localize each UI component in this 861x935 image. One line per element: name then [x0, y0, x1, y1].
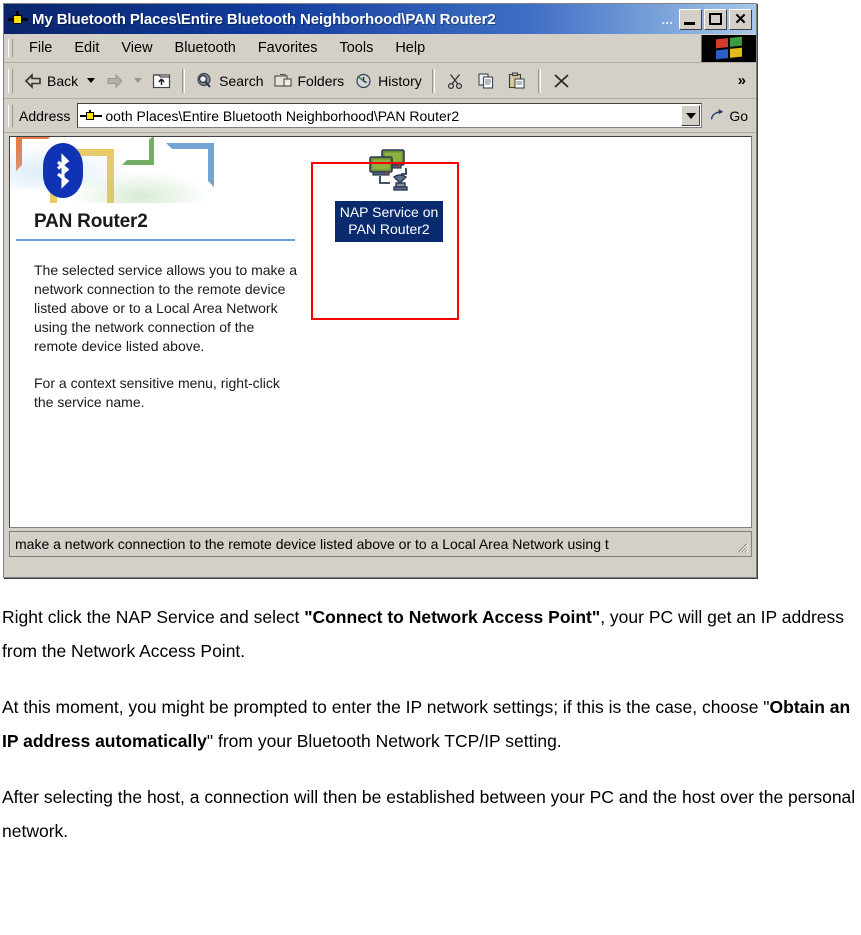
- close-button[interactable]: ✕: [729, 8, 752, 30]
- bluetooth-places-small-icon: [80, 108, 103, 124]
- list-item[interactable]: NAP Service on PAN Router2: [329, 147, 449, 242]
- p2-part-c: " from your Bluetooth Network TCP/IP set…: [206, 731, 562, 751]
- paste-button[interactable]: [502, 67, 533, 95]
- menu-item-favorites[interactable]: Favorites: [247, 37, 329, 59]
- address-input[interactable]: ooth Places\Entire Bluetooth Neighborhoo…: [77, 103, 703, 128]
- resize-grip-icon[interactable]: [735, 540, 749, 554]
- menu-item-edit[interactable]: Edit: [63, 37, 110, 59]
- window-title: My Bluetooth Places\Entire Bluetooth Nei…: [32, 10, 496, 28]
- instruction-paragraph-3: After selecting the host, a connection w…: [2, 787, 856, 841]
- copy-pages-icon: [478, 72, 493, 89]
- back-dropdown-caret[interactable]: [87, 78, 96, 83]
- forward-arrow-icon: [107, 73, 123, 88]
- delete-button[interactable]: [546, 67, 577, 95]
- menu-grip[interactable]: [8, 39, 13, 57]
- list-item-label: NAP Service on PAN Router2: [335, 201, 443, 242]
- up-one-level-button[interactable]: [146, 67, 177, 95]
- explorer-window: My Bluetooth Places\Entire Bluetooth Nei…: [3, 3, 757, 578]
- history-button[interactable]: History: [349, 67, 427, 95]
- forward-button[interactable]: [99, 67, 130, 95]
- menu-item-file[interactable]: File: [18, 37, 63, 59]
- window-controls: ✕: [679, 8, 752, 30]
- p2-part-a: At this moment, you might be prompted to…: [2, 697, 770, 717]
- delete-x-icon: [554, 73, 569, 88]
- p1-bold-connect-to-nap: "Connect to Network Access Point": [304, 607, 601, 627]
- back-arrow-icon: [24, 72, 41, 89]
- pane-heading: PAN Router2: [34, 211, 148, 232]
- folders-button[interactable]: Folders: [268, 67, 349, 95]
- menu-bar: File Edit View Bluetooth Favorites Tools…: [4, 34, 756, 63]
- address-value: ooth Places\Entire Bluetooth Neighborhoo…: [105, 107, 460, 124]
- forward-dropdown-caret[interactable]: [134, 78, 143, 83]
- status-bar: make a network connection to the remote …: [9, 531, 752, 557]
- copy-button[interactable]: [471, 67, 502, 95]
- bluetooth-places-icon: [7, 8, 29, 30]
- title-bar[interactable]: My Bluetooth Places\Entire Bluetooth Nei…: [4, 4, 756, 34]
- nap-service-icon: [369, 149, 408, 191]
- scissors-icon: [447, 73, 462, 89]
- title-overflow-ellipsis: ...: [661, 11, 673, 27]
- menu-item-help[interactable]: Help: [384, 37, 436, 59]
- bluetooth-logo-icon: [43, 143, 83, 198]
- service-list-pane[interactable]: NAP Service on PAN Router2: [307, 137, 751, 527]
- toolbar-separator-1: [182, 68, 186, 93]
- search-button[interactable]: Search: [190, 67, 268, 95]
- go-button-label: Go: [729, 107, 748, 124]
- history-clock-icon: [356, 73, 371, 88]
- back-button-label: Back: [47, 72, 79, 89]
- instruction-text: Right click the NAP Service and select "…: [0, 600, 861, 870]
- toolbar-separator-3: [537, 68, 541, 93]
- cut-button[interactable]: [440, 67, 471, 95]
- address-label: Address: [19, 107, 71, 124]
- toolbar-separator-2: [431, 68, 435, 93]
- address-bar: Address ooth Places\Entire Bluetooth Nei…: [4, 99, 756, 133]
- p1-part-a: Right click the NAP Service and select: [2, 607, 305, 627]
- menu-item-view[interactable]: View: [110, 37, 163, 59]
- search-icon: [197, 72, 211, 88]
- pane-description: The selected service allows you to make …: [10, 241, 307, 412]
- instruction-paragraph-2: At this moment, you might be prompted to…: [2, 690, 859, 758]
- address-dropdown-button[interactable]: [681, 105, 701, 126]
- instruction-paragraph-1: Right click the NAP Service and select "…: [2, 600, 859, 668]
- info-pane: PAN Router2 The selected service allows …: [10, 137, 307, 527]
- pane-paragraph-1: The selected service allows you to make …: [34, 262, 298, 354]
- pane-paragraph-2: For a context sensitive menu, right-clic…: [34, 375, 280, 410]
- back-button[interactable]: Back: [18, 67, 83, 95]
- go-button[interactable]: Go: [703, 107, 756, 125]
- history-button-label: History: [378, 72, 422, 89]
- folder-icon: [274, 73, 293, 87]
- folders-button-label: Folders: [297, 72, 345, 89]
- minimize-button[interactable]: [679, 8, 702, 30]
- bluetooth-banner: [10, 137, 307, 203]
- toolbar-overflow-chevron[interactable]: »: [738, 72, 746, 89]
- search-button-label: Search: [219, 72, 264, 89]
- windows-flag-icon: [701, 34, 756, 62]
- status-bar-text: make a network connection to the remote …: [15, 536, 609, 552]
- menu-item-bluetooth[interactable]: Bluetooth: [164, 37, 247, 59]
- clipboard-icon: [508, 72, 525, 89]
- toolbar-grip[interactable]: [8, 68, 13, 93]
- address-grip[interactable]: [8, 104, 13, 127]
- up-folder-icon: [153, 73, 171, 88]
- maximize-button[interactable]: [704, 8, 727, 30]
- go-arrow-icon: [711, 108, 724, 120]
- navigation-toolbar: Back Search Folders History »: [4, 63, 756, 99]
- explorer-client-area: PAN Router2 The selected service allows …: [9, 136, 752, 528]
- menu-item-tools[interactable]: Tools: [328, 37, 384, 59]
